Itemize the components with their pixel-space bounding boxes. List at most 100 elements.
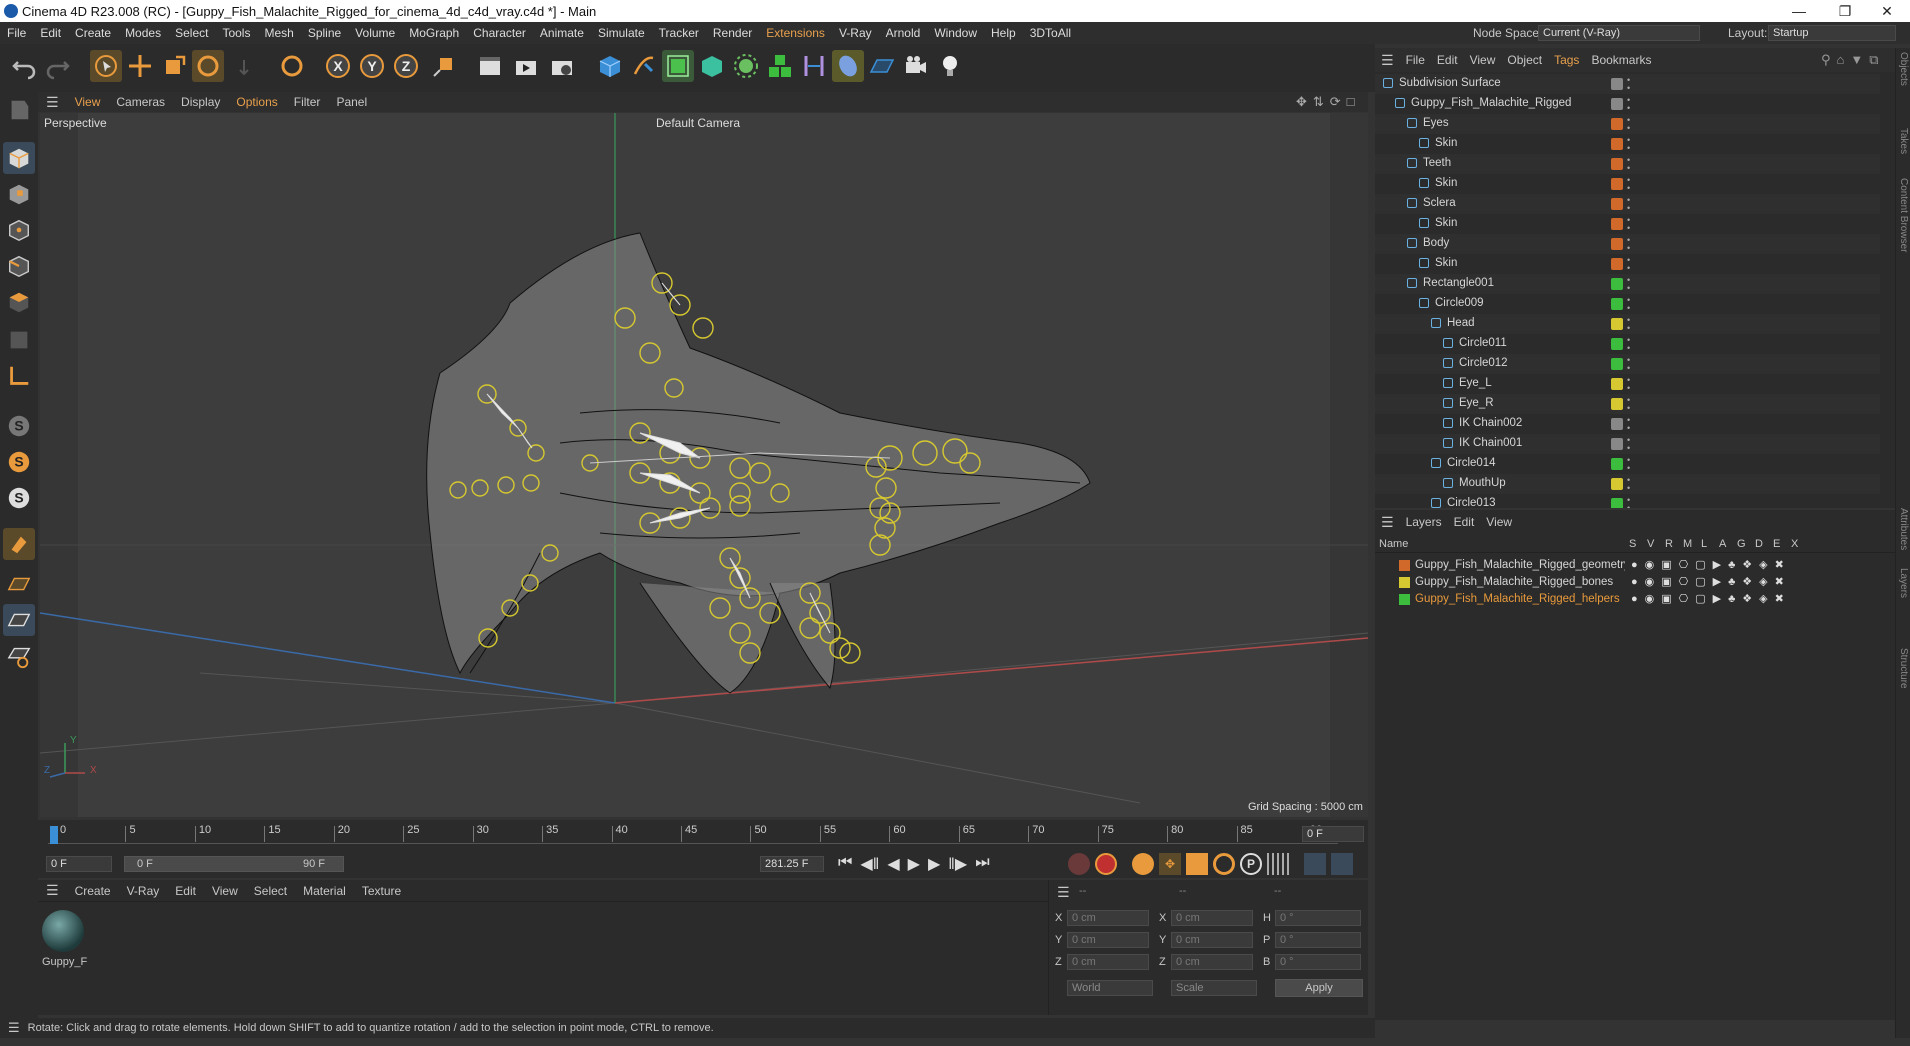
visibility-dots-icon[interactable]: • • — [1627, 96, 1630, 113]
menu-mograph[interactable]: MoGraph — [402, 26, 466, 40]
layer-color-swatch[interactable] — [1611, 318, 1623, 330]
frame-range-slider[interactable]: 0 F 90 F — [124, 856, 344, 872]
right-tab[interactable]: Takes — [1898, 128, 1909, 154]
apply-button[interactable]: Apply — [1275, 979, 1363, 997]
previous-frame-button[interactable]: ◀ — [887, 854, 899, 874]
object-row[interactable]: Circle012 • • — [1375, 354, 1880, 374]
layer-row[interactable]: Guppy_Fish_Malachite_Rigged_bones ●◉▣⎔▢▶♣… — [1375, 574, 1895, 591]
object-row[interactable]: Eye_L • • — [1375, 374, 1880, 394]
extrude-button[interactable] — [696, 50, 728, 82]
object-row[interactable]: Subdivision Surface • • — [1375, 74, 1880, 94]
cloner-button[interactable] — [730, 50, 762, 82]
cube-button[interactable] — [594, 50, 626, 82]
layer-header-column[interactable]: A — [1719, 538, 1726, 550]
polygons-mode-button[interactable] — [3, 286, 35, 318]
right-tab[interactable]: Structure — [1898, 648, 1909, 689]
material-swatch[interactable] — [42, 910, 84, 952]
coord-px-field[interactable]: 0 cm — [1067, 910, 1149, 926]
menu-arnold[interactable]: Arnold — [879, 26, 928, 40]
render-to-picture-viewer-button[interactable] — [510, 50, 542, 82]
menu-select[interactable]: Select — [168, 26, 215, 40]
points-mode-button[interactable] — [3, 214, 35, 246]
object-row[interactable]: Sclera • • — [1375, 194, 1880, 214]
object-menu-tags[interactable]: Tags — [1548, 53, 1585, 67]
scale-dropdown[interactable]: Scale — [1171, 980, 1257, 996]
redo-button[interactable] — [42, 50, 74, 82]
visibility-dots-icon[interactable]: • • — [1627, 456, 1630, 473]
object-row[interactable]: Circle013 • • — [1375, 494, 1880, 508]
timeline-layout-icon[interactable] — [1331, 853, 1353, 875]
layer-color-swatch[interactable] — [1611, 438, 1623, 450]
y-axis-button[interactable]: Y — [356, 50, 388, 82]
layer-toggle-icons[interactable]: ●◉▣⎔▢▶♣❖◈✖ — [1631, 558, 1791, 571]
layer-menu-view[interactable]: View — [1480, 515, 1518, 529]
object-row[interactable]: Head • • — [1375, 314, 1880, 334]
menu-character[interactable]: Character — [466, 26, 533, 40]
next-key-button[interactable]: ‖▶ — [948, 854, 967, 874]
layer-color-swatch[interactable] — [1611, 238, 1623, 250]
visibility-dots-icon[interactable]: • • — [1627, 356, 1630, 373]
layer-color-swatch[interactable] — [1611, 478, 1623, 490]
visibility-dots-icon[interactable]: • • — [1627, 396, 1630, 413]
object-menu-bookmarks[interactable]: Bookmarks — [1585, 53, 1657, 67]
layer-header-column[interactable]: E — [1773, 538, 1780, 550]
layer-color-swatch[interactable] — [1611, 298, 1623, 310]
layer-color-swatch[interactable] — [1611, 378, 1623, 390]
visibility-dots-icon[interactable]: • • — [1627, 476, 1630, 493]
object-row[interactable]: IK Chain001 • • — [1375, 434, 1880, 454]
visibility-dots-icon[interactable]: • • — [1627, 496, 1630, 509]
coord-pz-field[interactable]: 0 cm — [1067, 954, 1149, 970]
viewport-menu-hamburger-icon[interactable]: ☰ — [38, 94, 67, 111]
point-level-key-icon[interactable] — [1267, 853, 1289, 875]
locked-workplane-button[interactable] — [3, 528, 35, 560]
timeline-window-icon[interactable] — [1304, 853, 1326, 875]
layer-color-swatch[interactable] — [1611, 278, 1623, 290]
object-menu-file[interactable]: File — [1400, 53, 1431, 67]
coord-sy-field[interactable]: 0 cm — [1171, 932, 1253, 948]
world-dropdown[interactable]: World — [1067, 980, 1153, 996]
menu-vray[interactable]: V-Ray — [832, 26, 879, 40]
scale-tool-button[interactable] — [158, 50, 190, 82]
menu-window[interactable]: Window — [927, 26, 984, 40]
menu-simulate[interactable]: Simulate — [591, 26, 652, 40]
layer-color-swatch[interactable] — [1399, 577, 1410, 588]
texture-mode-button[interactable] — [3, 178, 35, 210]
autokey-icon[interactable] — [1095, 853, 1117, 875]
visibility-dots-icon[interactable]: • • — [1627, 196, 1630, 213]
pen-spline-button[interactable] — [628, 50, 660, 82]
object-search-icons[interactable]: ⚲⌂▼⧉ — [1815, 52, 1891, 68]
layer-header-column[interactable]: D — [1755, 538, 1763, 550]
visibility-dots-icon[interactable]: • • — [1627, 336, 1630, 353]
render-settings-button[interactable] — [546, 50, 578, 82]
object-row[interactable]: Circle014 • • — [1375, 454, 1880, 474]
layer-color-swatch[interactable] — [1611, 458, 1623, 470]
snap-button[interactable]: S — [3, 410, 35, 442]
rotation-key-icon[interactable] — [1213, 853, 1235, 875]
visibility-dots-icon[interactable]: • • — [1627, 296, 1630, 313]
menu-create[interactable]: Create — [68, 26, 118, 40]
snap-settings-button[interactable]: S — [3, 446, 35, 478]
render-view-button[interactable] — [474, 50, 506, 82]
layer-color-swatch[interactable] — [1611, 338, 1623, 350]
viewport-menu-view[interactable]: View — [67, 95, 109, 109]
right-tab[interactable]: Content Browser — [1898, 178, 1909, 252]
object-row[interactable]: MouthUp • • — [1375, 474, 1880, 494]
menu-help[interactable]: Help — [984, 26, 1023, 40]
layer-header-column[interactable]: V — [1647, 538, 1654, 550]
layer-color-swatch[interactable] — [1611, 178, 1623, 190]
viewport-navigation-icons[interactable]: ✥⇅⟳□ — [1288, 94, 1369, 110]
menu-edit[interactable]: Edit — [33, 26, 68, 40]
layer-header-column[interactable]: S — [1629, 538, 1636, 550]
visibility-dots-icon[interactable]: • • — [1627, 416, 1630, 433]
visibility-dots-icon[interactable]: • • — [1627, 156, 1630, 173]
axis-mode-button[interactable] — [3, 360, 35, 392]
object-row[interactable]: IK Chain002 • • — [1375, 414, 1880, 434]
object-row[interactable]: Guppy_Fish_Malachite_Rigged • • — [1375, 94, 1880, 114]
viewport-menu-display[interactable]: Display — [173, 95, 228, 109]
object-row[interactable]: Circle009 • • — [1375, 294, 1880, 314]
menu-volume[interactable]: Volume — [348, 26, 402, 40]
coords-hamburger-icon[interactable]: ☰ — [1057, 884, 1070, 901]
menu-extensions[interactable]: Extensions — [759, 26, 832, 40]
object-row[interactable]: Skin • • — [1375, 214, 1880, 234]
layer-color-swatch[interactable] — [1611, 418, 1623, 430]
